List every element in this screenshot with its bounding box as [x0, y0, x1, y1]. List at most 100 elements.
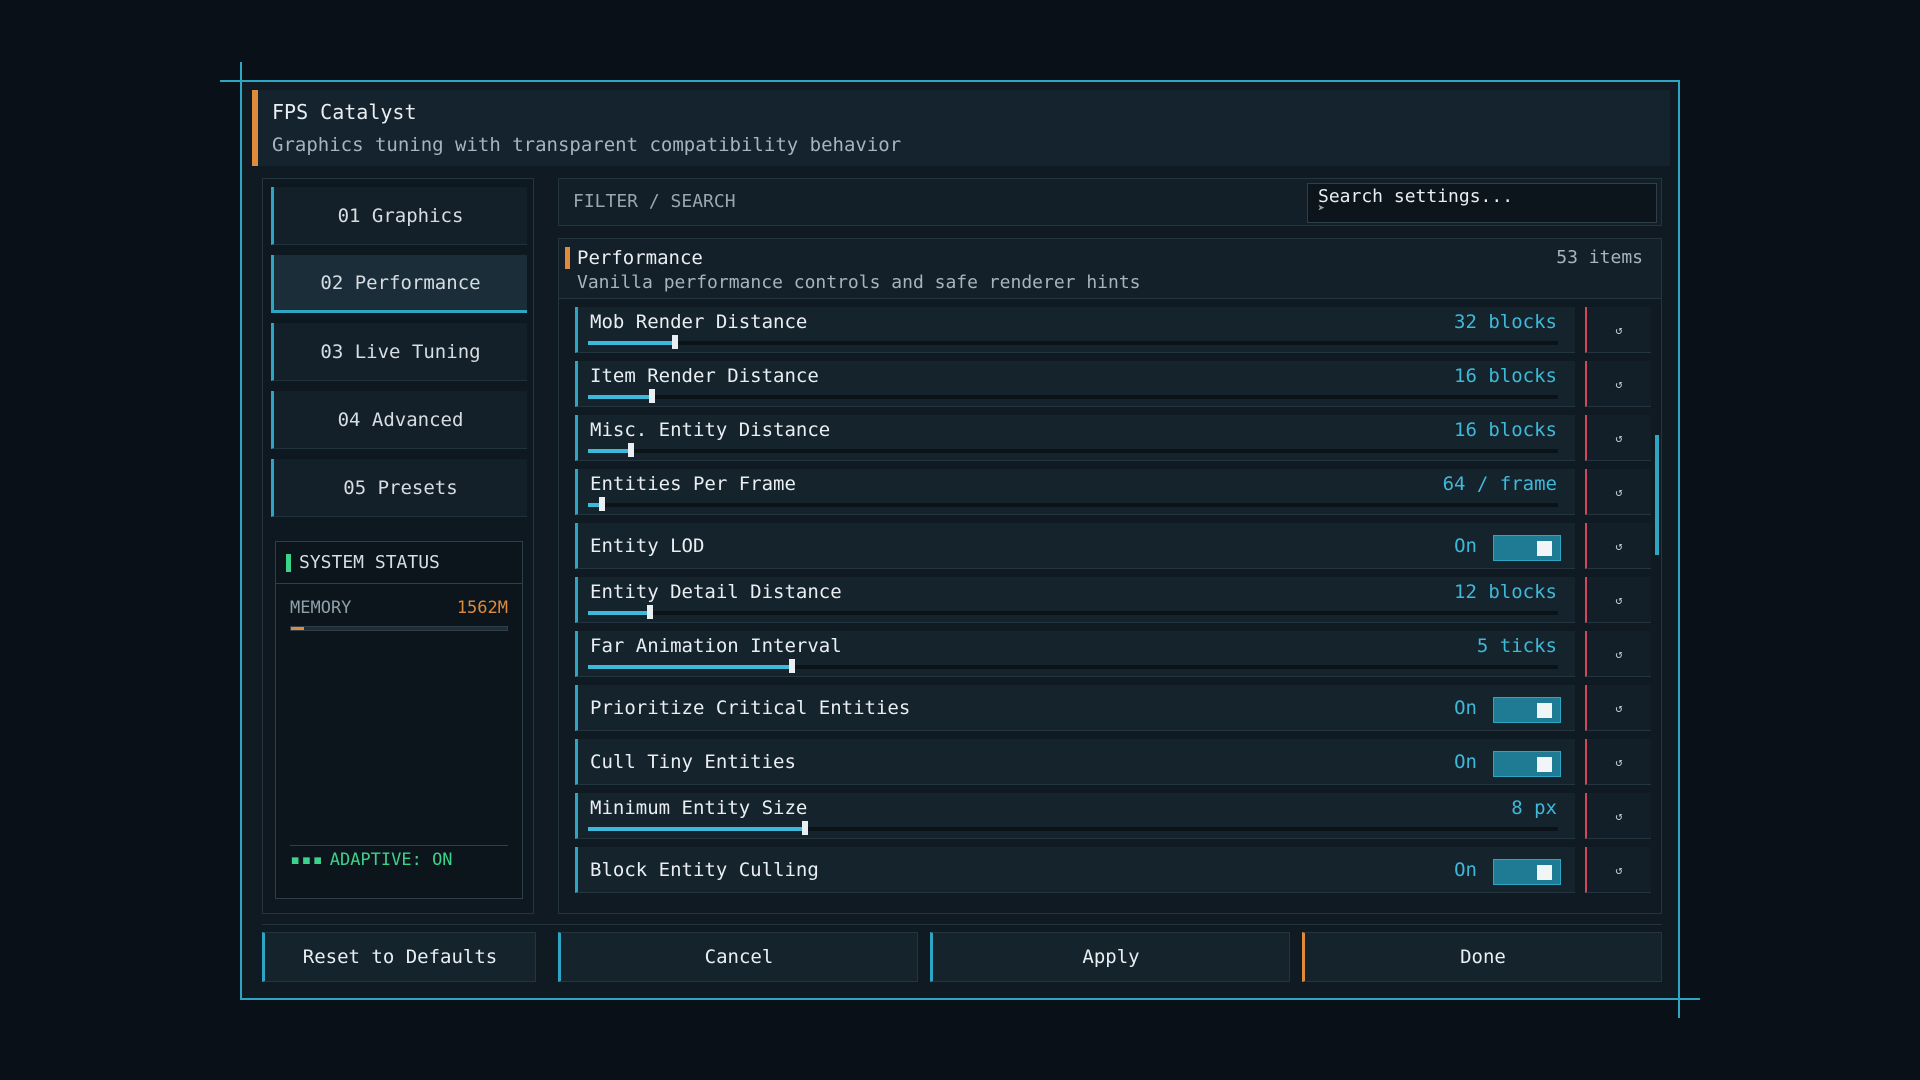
setting-value: On: [1454, 751, 1477, 773]
setting-row[interactable]: Item Render Distance 16 blocks: [575, 361, 1575, 407]
reset-setting-icon[interactable]: ↺: [1585, 523, 1651, 569]
slider-fill: [588, 449, 631, 453]
slider-handle[interactable]: [627, 443, 634, 457]
slider-handle[interactable]: [802, 821, 809, 835]
tab-live-tuning[interactable]: 03 Live Tuning: [271, 323, 527, 381]
reset-setting-icon[interactable]: ↺: [1585, 793, 1651, 839]
slider-handle[interactable]: [647, 605, 654, 619]
setting-label: Minimum Entity Size: [590, 797, 808, 819]
search-input[interactable]: [1307, 183, 1657, 223]
setting-row[interactable]: Cull Tiny Entities On: [575, 739, 1575, 785]
memory-label: MEMORY: [290, 598, 352, 618]
toggle-knob: [1537, 865, 1552, 880]
reset-setting-icon[interactable]: ↺: [1585, 469, 1651, 515]
setting-value: On: [1454, 859, 1477, 881]
cancel-button[interactable]: Cancel: [558, 932, 918, 982]
reset-setting-icon[interactable]: ↺: [1585, 415, 1651, 461]
toggle-switch[interactable]: [1493, 535, 1561, 561]
status-indicator-icon: [286, 553, 291, 572]
slider-fill: [588, 827, 806, 831]
setting-row[interactable]: Minimum Entity Size 8 px: [575, 793, 1575, 839]
setting-row[interactable]: Far Animation Interval 5 ticks: [575, 631, 1575, 677]
cursor-icon: ➤: [1317, 201, 1325, 215]
done-button[interactable]: Done: [1302, 932, 1662, 982]
slider-track[interactable]: [588, 659, 1558, 673]
tab-advanced[interactable]: 04 Advanced: [271, 391, 527, 449]
setting-row[interactable]: Entity Detail Distance 12 blocks: [575, 577, 1575, 623]
setting-label: Misc. Entity Distance: [590, 419, 831, 441]
setting-label: Entities Per Frame: [590, 473, 796, 495]
memory-bar: [290, 626, 508, 631]
toggle-switch[interactable]: [1493, 859, 1561, 885]
window-title: FPS Catalyst: [272, 100, 417, 124]
system-status-header: SYSTEM STATUS: [276, 542, 522, 584]
window-subtitle: Graphics tuning with transparent compati…: [272, 134, 902, 156]
setting-row[interactable]: Block Entity Culling On: [575, 847, 1575, 893]
slider-track[interactable]: [588, 497, 1558, 511]
settings-window: FPS Catalyst Graphics tuning with transp…: [220, 62, 1700, 1018]
setting-row[interactable]: Misc. Entity Distance 16 blocks: [575, 415, 1575, 461]
setting-label: Entity LOD: [590, 535, 705, 557]
corner-tick: [1680, 998, 1700, 1000]
setting-value: 16 blocks: [1454, 419, 1557, 441]
adaptive-dots-icon: ▪▪▪: [290, 850, 324, 870]
category-sidebar: 01 Graphics 02 Performance 03 Live Tunin…: [262, 178, 534, 914]
tab-performance[interactable]: 02 Performance: [271, 255, 527, 313]
tab-presets[interactable]: 05 Presets: [271, 459, 527, 517]
slider-fill: [588, 665, 792, 669]
slider-handle[interactable]: [598, 497, 605, 511]
setting-value: On: [1454, 535, 1477, 557]
setting-row[interactable]: Mob Render Distance 32 blocks: [575, 307, 1575, 353]
setting-label: Block Entity Culling: [590, 859, 819, 881]
slider-track[interactable]: [588, 335, 1558, 349]
slider-handle[interactable]: [672, 335, 679, 349]
slider-handle[interactable]: [649, 389, 656, 403]
memory-value: 1562M: [456, 598, 508, 618]
toggle-knob: [1537, 757, 1552, 772]
slider-fill: [588, 341, 676, 345]
reset-setting-icon[interactable]: ↺: [1585, 631, 1651, 677]
reset-setting-icon[interactable]: ↺: [1585, 847, 1651, 893]
settings-panel: Performance Vanilla performance controls…: [558, 238, 1662, 914]
setting-label: Far Animation Interval: [590, 635, 842, 657]
setting-label: Mob Render Distance: [590, 311, 808, 333]
slider-handle[interactable]: [788, 659, 795, 673]
reset-setting-icon[interactable]: ↺: [1585, 307, 1651, 353]
filter-search-bar: FILTER / SEARCH ➤: [558, 178, 1662, 226]
setting-value: 12 blocks: [1454, 581, 1557, 603]
adaptive-status: ▪▪▪ ADAPTIVE: ON: [290, 845, 508, 870]
reset-to-defaults-button[interactable]: Reset to Defaults: [262, 932, 536, 982]
setting-value: On: [1454, 697, 1477, 719]
setting-row[interactable]: Prioritize Critical Entities On: [575, 685, 1575, 731]
slider-track[interactable]: [588, 821, 1558, 835]
memory-row: MEMORY 1562M: [276, 584, 522, 618]
slider-track[interactable]: [588, 389, 1558, 403]
slider-fill: [588, 611, 651, 615]
reset-setting-icon[interactable]: ↺: [1585, 361, 1651, 407]
tab-graphics[interactable]: 01 Graphics: [271, 187, 527, 245]
setting-value: 16 blocks: [1454, 365, 1557, 387]
toggle-knob: [1537, 703, 1552, 718]
reset-setting-icon[interactable]: ↺: [1585, 685, 1651, 731]
toggle-switch[interactable]: [1493, 751, 1561, 777]
settings-scrollbar[interactable]: [1655, 435, 1659, 555]
setting-label: Entity Detail Distance: [590, 581, 842, 603]
setting-label: Cull Tiny Entities: [590, 751, 796, 773]
slider-track[interactable]: [588, 605, 1558, 619]
adaptive-label: ADAPTIVE: ON: [329, 850, 453, 870]
corner-tick: [220, 80, 240, 82]
setting-value: 32 blocks: [1454, 311, 1557, 333]
system-status-title: SYSTEM STATUS: [299, 552, 440, 573]
section-header: Performance Vanilla performance controls…: [559, 239, 1661, 299]
setting-row[interactable]: Entity LOD On: [575, 523, 1575, 569]
reset-setting-icon[interactable]: ↺: [1585, 577, 1651, 623]
apply-button[interactable]: Apply: [930, 932, 1290, 982]
filter-search-label: FILTER / SEARCH: [573, 191, 736, 212]
section-item-count: 53 items: [1556, 247, 1643, 268]
slider-track[interactable]: [588, 443, 1558, 457]
section-accent: [565, 247, 570, 269]
reset-setting-icon[interactable]: ↺: [1585, 739, 1651, 785]
toggle-switch[interactable]: [1493, 697, 1561, 723]
setting-label: Prioritize Critical Entities: [590, 697, 911, 719]
setting-row[interactable]: Entities Per Frame 64 / frame: [575, 469, 1575, 515]
